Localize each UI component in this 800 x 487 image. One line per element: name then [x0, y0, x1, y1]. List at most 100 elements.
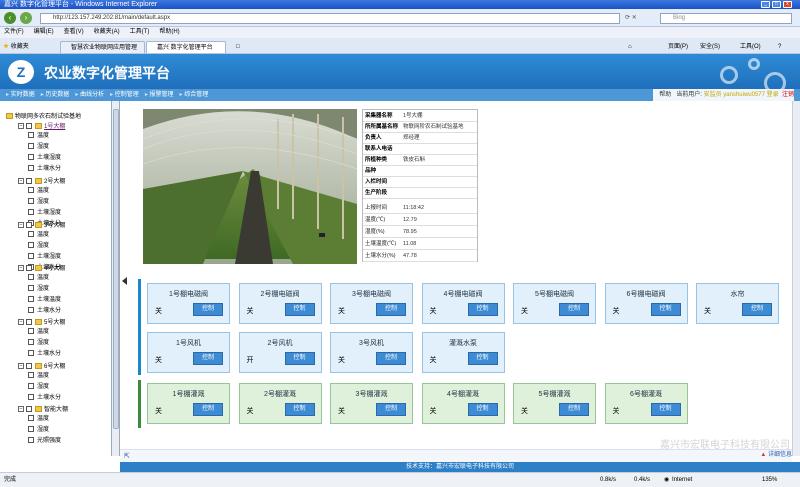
tree-item[interactable]: 土壤水分 [18, 306, 65, 317]
refresh-stop-icons[interactable]: ⟳ ✕ [625, 14, 655, 23]
tree-item[interactable]: 温度 [18, 371, 65, 382]
control-button[interactable]: 控制 [559, 303, 589, 316]
group-checkbox[interactable] [26, 123, 32, 130]
tree-item[interactable]: 湿度 [18, 197, 65, 208]
control-button[interactable]: 控制 [742, 303, 772, 316]
expand-icon[interactable]: − [18, 406, 24, 413]
tree-group-label[interactable]: 2号大棚 [44, 179, 65, 185]
tools-menu[interactable]: 工具(O) [740, 41, 761, 53]
tree-item[interactable]: 温度 [18, 414, 68, 425]
tree-item[interactable]: 土壤湿度 [18, 252, 65, 263]
tree-item[interactable]: 土壤水分 [18, 349, 65, 360]
minimize-button[interactable]: _ [761, 1, 770, 8]
home-button[interactable]: ⌂ [628, 41, 632, 53]
tree-item[interactable]: 土壤温度 [18, 295, 65, 306]
help-link[interactable]: 帮助 [659, 92, 671, 98]
back-button[interactable]: ‹ [4, 12, 16, 24]
address-input[interactable]: http://123.157.249.202:81/main/default.a… [40, 13, 620, 24]
menu-item[interactable]: 帮助(H) [159, 29, 179, 35]
control-button[interactable]: 控制 [559, 403, 589, 416]
group-checkbox[interactable] [26, 178, 32, 185]
item-checkbox[interactable] [28, 372, 34, 379]
tree-item[interactable]: 湿度 [18, 382, 65, 393]
tab-platform[interactable]: 嘉兴 数字化管理平台 [146, 41, 226, 53]
safety-menu[interactable]: 安全(S) [700, 41, 720, 53]
item-checkbox[interactable] [28, 328, 34, 335]
item-checkbox[interactable] [28, 339, 34, 346]
item-checkbox[interactable] [28, 132, 34, 139]
menu-item[interactable]: 查看(V) [64, 29, 84, 35]
tree-item[interactable]: 土壤水分 [18, 164, 65, 175]
item-checkbox[interactable] [28, 285, 34, 292]
tree-root[interactable]: 物联网多农石制试验基地 [6, 113, 81, 121]
group-checkbox[interactable] [26, 222, 32, 229]
tab-smart-agri[interactable]: 智慧农业物联网应用管理 [60, 41, 145, 53]
expand-icon[interactable]: − [18, 363, 24, 370]
search-input[interactable]: Bing [660, 13, 792, 24]
tree-item[interactable]: 湿度 [18, 425, 68, 436]
item-checkbox[interactable] [28, 307, 34, 314]
nav-item[interactable]: ▸ 报警管理 [145, 89, 174, 101]
control-button[interactable]: 控制 [650, 403, 681, 416]
tree-group-label[interactable]: 5号大棚 [44, 320, 65, 326]
tree-group-label[interactable]: 6号大棚 [44, 364, 65, 370]
item-checkbox[interactable] [28, 242, 34, 249]
tree-item[interactable]: 土壤水分 [18, 393, 65, 404]
tree-item[interactable]: 土壤湿度 [18, 153, 65, 164]
control-button[interactable]: 控制 [650, 303, 681, 316]
item-checkbox[interactable] [28, 154, 34, 161]
control-button[interactable]: 控制 [284, 403, 315, 416]
group-checkbox[interactable] [26, 265, 32, 272]
forward-button[interactable]: › [20, 12, 32, 24]
tree-group-label[interactable]: 4号大棚 [44, 266, 65, 272]
control-button[interactable]: 控制 [193, 352, 223, 365]
nav-item[interactable]: ▸ 历史数据 [41, 89, 70, 101]
control-button[interactable]: 控制 [376, 403, 406, 416]
zoom-level[interactable]: 135% [762, 473, 777, 487]
tree-group-row[interactable]: − 智能大棚 [18, 406, 68, 414]
tree-group-label[interactable]: 3号大棚 [44, 223, 65, 229]
tree-group-label[interactable]: 1号大棚 [44, 124, 65, 130]
expand-icon[interactable]: − [18, 265, 24, 272]
expand-icon[interactable]: − [18, 123, 24, 130]
tree-group-label[interactable]: 智能大棚 [44, 407, 68, 413]
maximize-button[interactable]: □ [772, 1, 781, 8]
control-button[interactable]: 控制 [376, 303, 406, 316]
tree-group-row[interactable]: − 5号大棚 [18, 319, 65, 327]
item-checkbox[interactable] [28, 415, 34, 422]
control-button[interactable]: 控制 [193, 403, 223, 416]
item-checkbox[interactable] [28, 394, 34, 401]
control-button[interactable]: 控制 [376, 352, 406, 365]
group-checkbox[interactable] [26, 319, 32, 326]
tree-item[interactable]: 湿度 [18, 142, 65, 153]
menu-item[interactable]: 编辑(E) [34, 29, 54, 35]
collapse-sidebar-icon[interactable] [122, 277, 127, 285]
sidebar-scrollbar[interactable] [112, 101, 120, 456]
tree-group-row[interactable]: − 6号大棚 [18, 363, 65, 371]
item-checkbox[interactable] [28, 437, 34, 444]
help-menu[interactable]: ? [778, 41, 781, 53]
tree-item[interactable]: 光照强度 [18, 436, 68, 447]
expand-icon[interactable]: − [18, 319, 24, 326]
item-checkbox[interactable] [28, 198, 34, 205]
item-checkbox[interactable] [28, 143, 34, 150]
menu-item[interactable]: 工具(T) [130, 29, 150, 35]
control-button[interactable]: 控制 [467, 352, 498, 365]
page-menu[interactable]: 页面(P) [668, 41, 688, 53]
group-checkbox[interactable] [26, 406, 32, 413]
close-button[interactable]: x [783, 1, 792, 8]
tree-item[interactable]: 温度 [18, 131, 65, 142]
item-checkbox[interactable] [28, 165, 34, 172]
tree-group-row[interactable]: − 3号大棚 [18, 222, 65, 230]
item-checkbox[interactable] [28, 296, 34, 303]
item-checkbox[interactable] [28, 209, 34, 216]
tree-item[interactable]: 湿度 [18, 284, 65, 295]
expand-icon[interactable]: − [18, 222, 24, 229]
nav-item[interactable]: ▸ 控制管理 [110, 89, 139, 101]
item-checkbox[interactable] [28, 274, 34, 281]
item-checkbox[interactable] [28, 383, 34, 390]
nav-item[interactable]: ▸ 综合管理 [180, 89, 209, 101]
tree-item[interactable]: 温度 [18, 273, 65, 284]
logout-link[interactable]: 注销 [782, 92, 794, 98]
main-scrollbar[interactable] [792, 101, 800, 456]
